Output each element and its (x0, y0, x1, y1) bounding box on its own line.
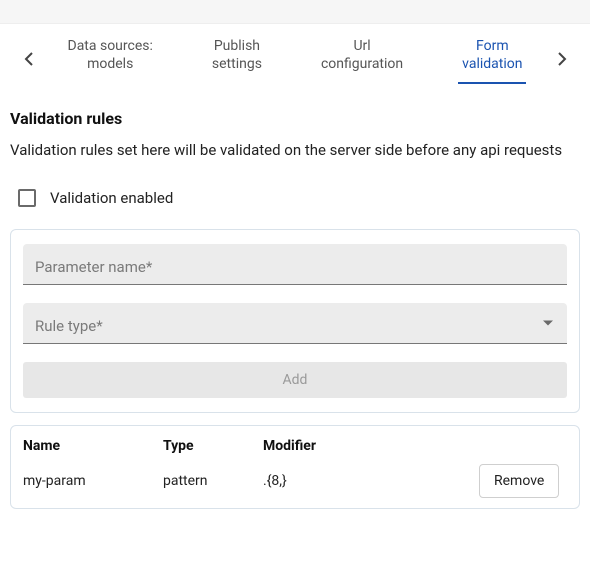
rules-table-header: Name Type Modifier (23, 438, 567, 464)
rule-type-select[interactable]: Rule type* (23, 303, 567, 344)
tab-content: Validation rules Validation rules set he… (0, 91, 590, 519)
tab-label-line: models (68, 56, 153, 74)
tabs-container: Data sources: models Publish settings Ur… (0, 24, 590, 91)
tab-label-line: configuration (321, 56, 403, 74)
section-title: Validation rules (10, 109, 580, 128)
tab-label-line: Data sources: (68, 38, 153, 56)
tab-label-line: settings (212, 56, 262, 74)
tab-label-line: Publish (212, 38, 262, 56)
tab-url-configuration[interactable]: Url configuration (313, 34, 411, 83)
top-strip (0, 0, 590, 24)
validation-enabled-checkbox[interactable] (18, 189, 36, 207)
col-header-modifier: Modifier (263, 438, 479, 454)
cell-modifier: .{8,} (263, 473, 479, 489)
tab-label-line: Form (462, 38, 522, 56)
section-description: Validation rules set here will be valida… (10, 140, 580, 161)
tab-data-sources-models[interactable]: Data sources: models (60, 34, 161, 83)
col-header-name: Name (23, 438, 163, 454)
parameter-name-label: Parameter name* (35, 258, 555, 276)
parameter-name-field[interactable]: Parameter name* (23, 244, 567, 285)
col-header-type: Type (163, 438, 263, 454)
tab-form-validation[interactable]: Form validation (454, 34, 530, 83)
add-rule-panel: Parameter name* Rule type* Add (10, 229, 580, 413)
cell-type: pattern (163, 473, 263, 489)
chevron-right-icon (558, 52, 567, 66)
tab-label-line: validation (462, 56, 522, 74)
remove-button[interactable]: Remove (479, 464, 559, 498)
rule-type-label: Rule type* (35, 317, 555, 335)
tabs-list: Data sources: models Publish settings Ur… (38, 34, 552, 83)
add-button[interactable]: Add (23, 362, 567, 398)
tabs-scroll-right[interactable] (552, 52, 572, 66)
tabs-scroll-left[interactable] (18, 52, 38, 66)
tab-publish-settings[interactable]: Publish settings (204, 34, 270, 83)
table-row: my-param pattern .{8,} Remove (23, 464, 567, 498)
tab-label-line: Url (321, 38, 403, 56)
rules-table: Name Type Modifier my-param pattern .{8,… (10, 425, 580, 509)
cell-name: my-param (23, 473, 163, 489)
validation-enabled-label: Validation enabled (50, 189, 173, 207)
chevron-left-icon (24, 52, 33, 66)
validation-enabled-row: Validation enabled (18, 189, 580, 207)
